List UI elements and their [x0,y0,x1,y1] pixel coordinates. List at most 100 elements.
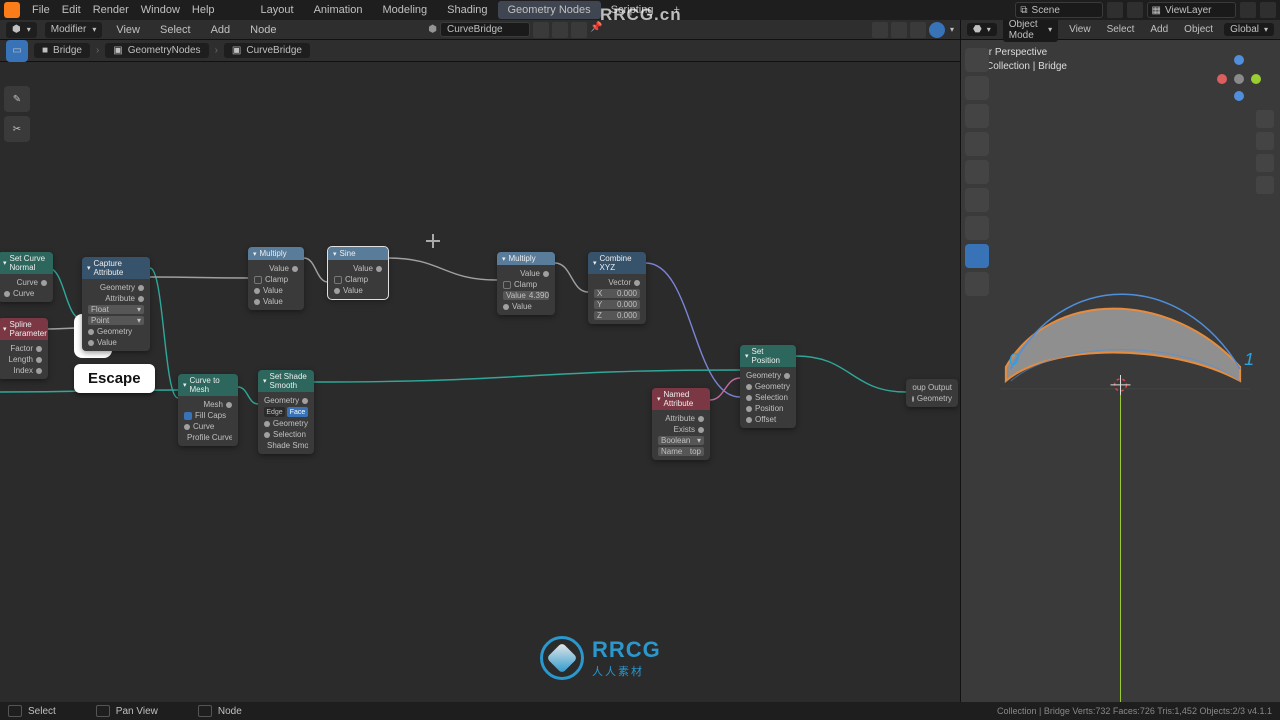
node-header[interactable]: Set Curve Normal [0,252,53,274]
vp-menu-add[interactable]: Add [1145,22,1173,37]
socket-in[interactable]: Shade Smooth [264,441,308,450]
node-checkbox[interactable]: Clamp [503,280,549,289]
breadcrumb-curvebridge[interactable]: ▣ CurveBridge [224,43,310,58]
shield-icon[interactable] [533,22,549,38]
socket-in[interactable]: Value [88,338,144,347]
node-set_curve_normal[interactable]: Set Curve Normal Curve Curve [0,252,53,302]
menu-window[interactable]: Window [135,2,186,18]
vp-tool-measure[interactable] [965,244,989,268]
vp-menu-view[interactable]: View [1064,22,1096,37]
vp-tool-cursor[interactable] [965,76,989,100]
node-menu-node[interactable]: Node [244,22,282,38]
socket-out[interactable]: Length [4,355,42,364]
tool-links-cut-icon[interactable]: ✂ [4,116,30,142]
vp-tool-add-cube[interactable] [965,272,989,296]
tool-select-box[interactable]: ▭ [6,40,28,62]
orientation-dropdown[interactable]: Global [1224,23,1274,36]
node-header[interactable]: Set Shade Smooth [258,370,314,392]
socket-out[interactable]: Curve [4,278,47,287]
node-set_position[interactable]: Set PositionGeometry Geometry Selection … [740,345,796,428]
editor-type-viewport-icon[interactable]: ⬣ [967,23,997,36]
node-header[interactable]: Sine [328,247,388,260]
node-header[interactable]: Curve to Mesh [178,374,238,396]
node-header[interactable]: Named Attribute [652,388,710,410]
node-math_sine[interactable]: SineValue Clamp Value [328,247,388,299]
socket-in[interactable]: Geometry [912,394,952,403]
socket-in[interactable]: Profile Curve [184,433,232,442]
snap-icon[interactable] [891,22,907,38]
vp-tool-rotate[interactable] [965,132,989,156]
node-header[interactable]: Combine XYZ [588,252,646,274]
node-group-name-field[interactable]: CurveBridge [440,22,530,37]
node-editor-canvas[interactable]: Escape Set Curve NormalCurve CurveSpline… [0,62,960,702]
node-spline_parameter[interactable]: Spline ParameterFactor Length Index [0,318,48,379]
node-header[interactable]: Spline Parameter [0,318,48,340]
sphere-shading-icon[interactable] [929,22,945,38]
socket-in[interactable]: Geometry [88,327,144,336]
node-slider[interactable]: Y0.000 [594,300,640,309]
socket-out[interactable]: Mesh [184,400,232,409]
bridge-mesh[interactable] [1006,309,1240,381]
node-group_output[interactable]: Group Output Geometry [906,379,958,407]
socket-in[interactable]: Position [746,404,790,413]
node-header[interactable]: Set Position [740,345,796,367]
node-option[interactable]: Float▾ [88,305,144,314]
socket-out[interactable]: Value [334,264,382,273]
viewport-3d[interactable]: ⬣ Object Mode View Select Add Object Glo… [960,20,1280,702]
new-scene-icon[interactable] [1107,2,1123,18]
node-slider[interactable]: Value4.390 [503,291,549,300]
socket-out[interactable]: Geometry [264,396,308,405]
node-menu-add[interactable]: Add [205,22,237,38]
node-button-row[interactable]: EdgeFace [264,407,308,417]
scene-name-input[interactable] [1032,5,1102,16]
vp-menu-select[interactable]: Select [1102,22,1140,37]
node-named_attribute[interactable]: Named AttributeAttribute Exists Boolean▾… [652,388,710,460]
node-math_multiply1[interactable]: MultiplyValue Clamp Value Value [248,247,304,310]
vp-tool-scale[interactable] [965,160,989,184]
socket-out[interactable]: Vector [594,278,640,287]
node-slider[interactable]: X0.000 [594,289,640,298]
tool-annotate-icon[interactable]: ✎ [4,86,30,112]
socket-out[interactable]: Value [503,269,549,278]
node-checkbox[interactable]: Clamp [334,275,382,284]
vp-menu-object[interactable]: Object [1179,22,1218,37]
editor-type-dropdown[interactable]: ⬢ [6,22,37,38]
tab-animation[interactable]: Animation [304,1,373,19]
socket-in[interactable]: Value [503,302,549,311]
node-math_multiply2[interactable]: MultiplyValue ClampValue4.390 Value [497,252,555,315]
vp-tool-select[interactable] [965,48,989,72]
node-menu-view[interactable]: View [110,22,146,38]
socket-out[interactable]: Exists [658,425,704,434]
node-slider[interactable]: Nametop [658,447,704,456]
socket-out[interactable]: Geometry [88,283,144,292]
tab-geometry-nodes[interactable]: Geometry Nodes [498,1,601,19]
tab-shading[interactable]: Shading [437,1,497,19]
delete-scene-icon[interactable] [1127,2,1143,18]
vp-tool-move[interactable] [965,104,989,128]
socket-in[interactable]: Curve [4,289,47,298]
socket-in[interactable]: Geometry [264,419,308,428]
socket-in[interactable]: Offset [746,415,790,424]
node-checkbox[interactable]: Clamp [254,275,298,284]
menu-help[interactable]: Help [186,2,221,18]
scene-selector[interactable]: ⧉ [1015,2,1102,18]
socket-out[interactable]: Attribute [658,414,704,423]
tab-modeling[interactable]: Modeling [372,1,437,19]
node-checkbox[interactable]: Fill Caps [184,411,232,420]
tab-layout[interactable]: Layout [251,1,304,19]
socket-out[interactable]: Attribute [88,294,144,303]
viewlayer-name-input[interactable] [1165,5,1235,16]
node-curve_to_mesh[interactable]: Curve to MeshMesh Fill Caps Curve Profil… [178,374,238,446]
menu-edit[interactable]: Edit [56,2,87,18]
viewport-canvas[interactable]: 0 1 [961,40,1280,702]
socket-in[interactable]: Value [254,297,298,306]
modifier-dropdown[interactable]: Modifier [45,22,103,38]
node-menu-select[interactable]: Select [154,22,197,38]
breadcrumb-bridge[interactable]: ■ Bridge [34,43,90,58]
node-capture_attribute[interactable]: Capture AttributeGeometry Attribute Floa… [82,257,150,351]
node-combine_xyz[interactable]: Combine XYZVector X0.000Y0.000Z0.000 [588,252,646,324]
viewlayer-selector[interactable]: ▦ [1147,2,1236,18]
shading-dropdown-icon[interactable] [948,24,954,35]
unlink-x-icon[interactable] [571,22,587,38]
arrow-icon[interactable] [910,22,926,38]
